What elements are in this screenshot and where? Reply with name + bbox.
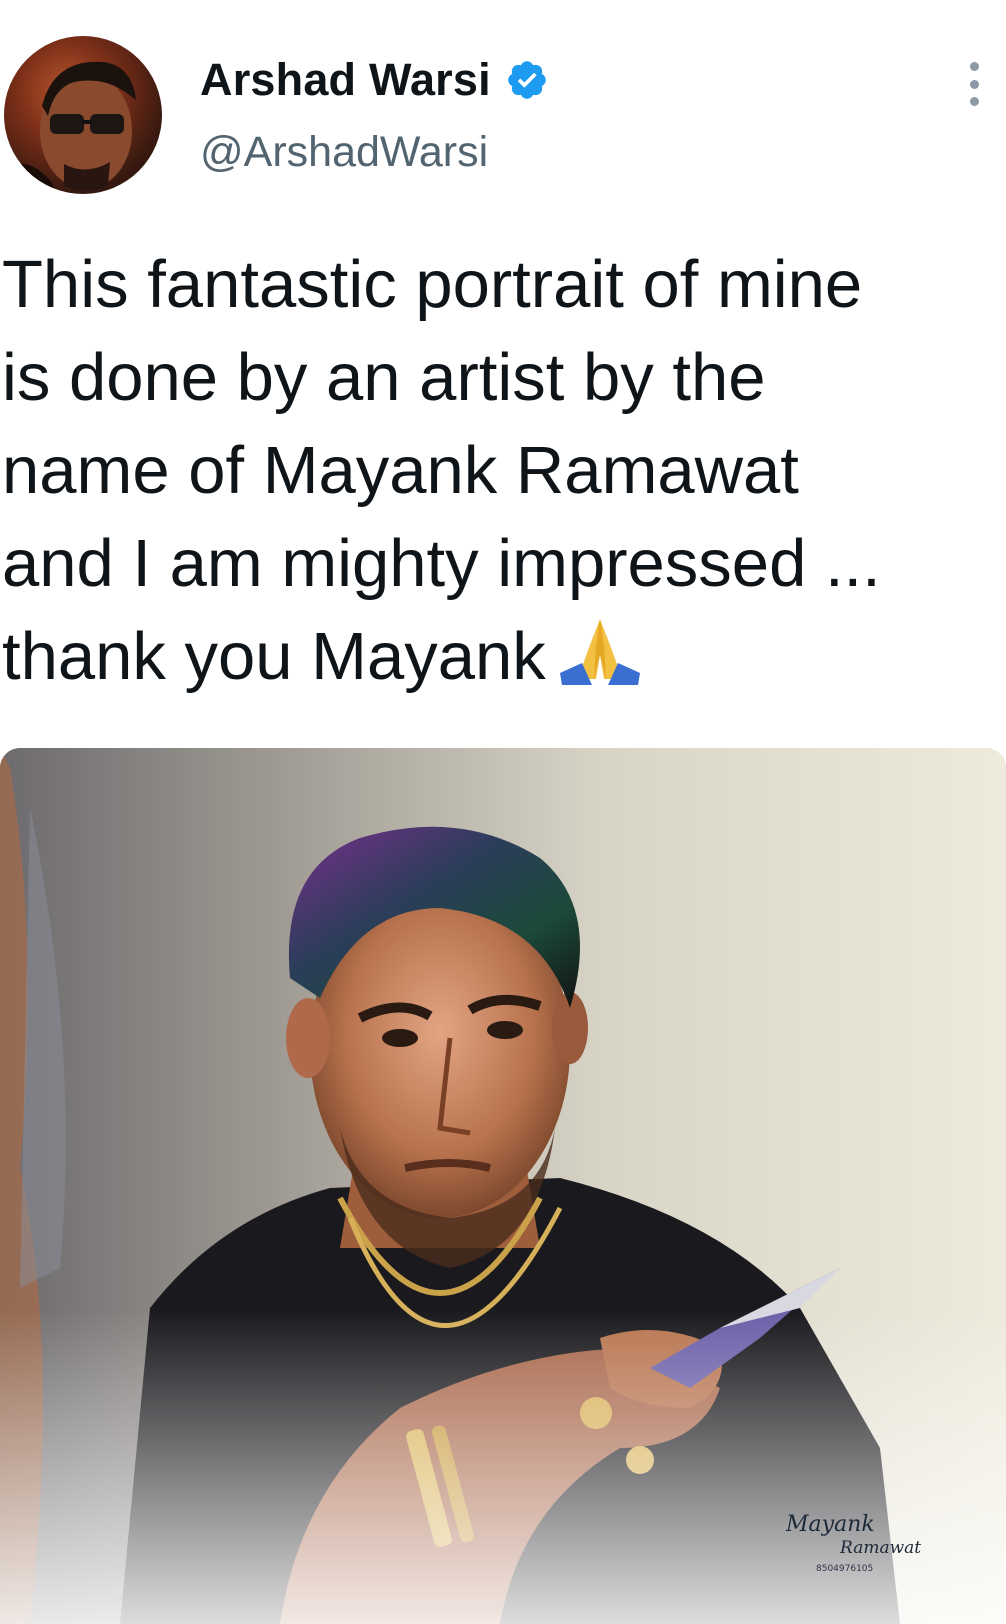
- artist-signature: Mayank Ramawat 8504976105: [786, 1512, 926, 1592]
- avatar-portrait-icon: [4, 61, 136, 194]
- tweet-header: Arshad Warsi @ArshadWarsi: [0, 0, 1006, 210]
- tweet-media-image[interactable]: [0, 748, 1006, 1624]
- author-names: Arshad Warsi @ArshadWarsi: [200, 52, 549, 177]
- tweet-text: This fantastic portrait of mine is done …: [2, 238, 1002, 703]
- more-vertical-icon[interactable]: [954, 62, 994, 106]
- signature-line1: Mayank: [786, 1512, 875, 1537]
- signature-line2: Ramawat: [840, 1538, 922, 1558]
- folded-hands-icon: [556, 615, 644, 687]
- verified-badge-icon: [505, 58, 549, 102]
- tweet-body: This fantastic portrait of mine is done …: [2, 247, 881, 694]
- portrait-painting-icon: [0, 748, 1006, 1624]
- author-display-name[interactable]: Arshad Warsi: [200, 54, 491, 106]
- display-name-row: Arshad Warsi: [200, 52, 549, 108]
- author-handle[interactable]: @ArshadWarsi: [200, 128, 549, 177]
- signature-phone: 8504976105: [816, 1564, 874, 1574]
- author-avatar[interactable]: [4, 36, 162, 194]
